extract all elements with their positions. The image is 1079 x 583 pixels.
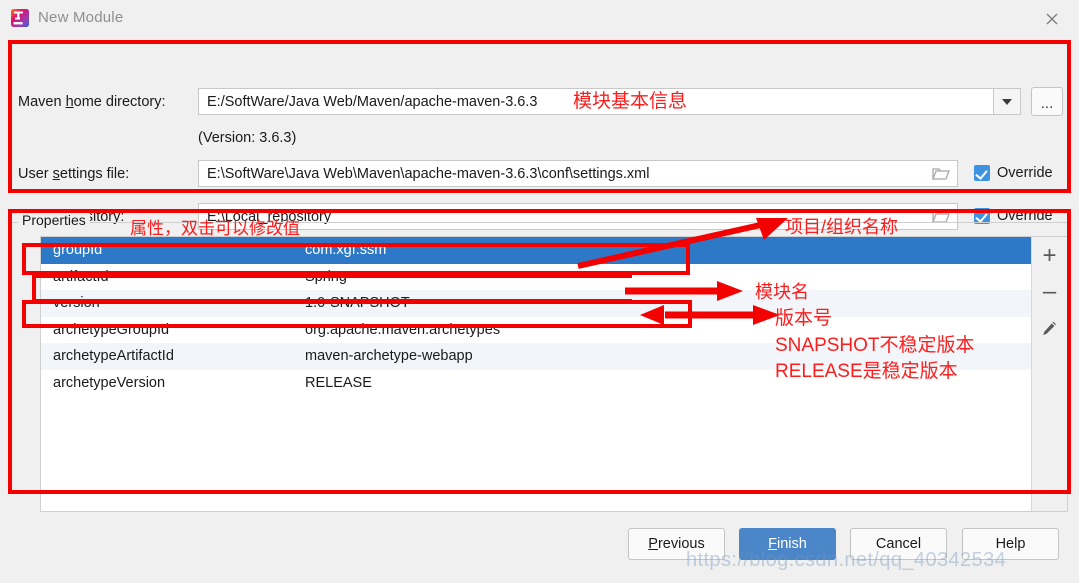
maven-version-text: (Version: 3.6.3) — [198, 130, 297, 146]
pencil-icon[interactable] — [1036, 315, 1064, 341]
property-value[interactable]: org.apache.maven.archetypes — [303, 322, 1031, 338]
maven-home-directory-input[interactable]: E:/SoftWare/Java Web/Maven/apache-maven-… — [198, 88, 993, 115]
property-value[interactable]: RELEASE — [303, 375, 1031, 391]
property-key: archetypeVersion — [53, 374, 166, 391]
property-key: groupId — [53, 242, 103, 259]
property-value[interactable]: maven-archetype-webapp — [303, 348, 1031, 364]
properties-group: Properties groupId com.xgf.ssm artifactI… — [10, 212, 1068, 512]
table-row[interactable]: groupId com.xgf.ssm — [41, 237, 1031, 264]
remove-property-button[interactable]: – — [1036, 279, 1064, 305]
property-key: version — [53, 295, 100, 312]
user-settings-file-label: User settings file: — [18, 166, 130, 182]
table-row[interactable]: archetypeArtifactId maven-archetype-weba… — [41, 343, 1031, 370]
property-key: artifactId — [53, 268, 109, 285]
properties-table-body[interactable]: groupId com.xgf.ssm artifactId Spring ve… — [41, 237, 1031, 511]
finish-button[interactable]: Finish — [739, 528, 836, 560]
user-settings-override-checkbox[interactable]: Override — [974, 165, 1053, 181]
property-value[interactable]: com.xgf.ssm — [303, 242, 1031, 258]
maven-settings-panel: Maven home directory: E:/SoftWare/Java W… — [0, 38, 1079, 230]
property-value[interactable]: Spring — [303, 269, 1031, 285]
table-row[interactable]: version 1.0-SNAPSHOT — [41, 290, 1031, 317]
user-settings-file-input[interactable]: E:\SoftWare\Java Web\Maven\apache-maven-… — [198, 160, 958, 187]
close-icon[interactable] — [1041, 8, 1063, 30]
properties-legend: Properties — [18, 212, 90, 228]
maven-home-directory-label: Maven home directory: — [18, 94, 166, 110]
window-title: New Module — [38, 9, 124, 26]
browse-maven-home-button[interactable]: ... — [1031, 87, 1063, 116]
dialog-button-bar: Previous Finish Cancel Help — [0, 528, 1079, 583]
add-property-button[interactable]: + — [1036, 243, 1064, 269]
intellij-idea-icon — [11, 9, 29, 27]
property-key: archetypeArtifactId — [53, 348, 174, 365]
property-value[interactable]: 1.0-SNAPSHOT — [303, 295, 1031, 311]
override-label: Override — [997, 165, 1053, 181]
table-row[interactable]: archetypeGroupId org.apache.maven.archet… — [41, 316, 1031, 343]
previous-button[interactable]: Previous — [628, 528, 725, 560]
folder-icon[interactable] — [928, 161, 954, 186]
window-titlebar: New Module — [0, 0, 1079, 37]
table-row[interactable]: artifactId Spring — [41, 263, 1031, 290]
checkbox-checked-icon — [974, 165, 990, 181]
properties-toolbar: + – — [1031, 237, 1067, 511]
table-row[interactable]: archetypeVersion RELEASE — [41, 369, 1031, 396]
group-divider — [10, 222, 1068, 223]
properties-table[interactable]: groupId com.xgf.ssm artifactId Spring ve… — [40, 236, 1068, 512]
chevron-down-icon[interactable] — [993, 88, 1021, 115]
property-key: archetypeGroupId — [53, 321, 170, 338]
help-button[interactable]: Help — [962, 528, 1059, 560]
cancel-button[interactable]: Cancel — [850, 528, 947, 560]
